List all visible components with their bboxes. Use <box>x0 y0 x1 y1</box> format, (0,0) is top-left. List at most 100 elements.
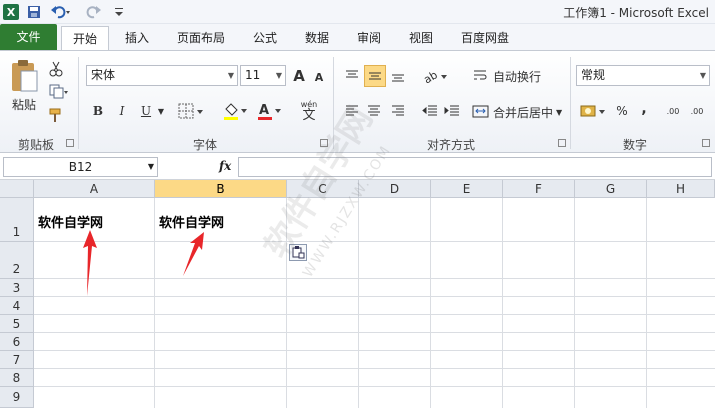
save-icon[interactable] <box>26 3 42 21</box>
paste-icon[interactable] <box>6 57 42 95</box>
row-header-3[interactable]: 3 <box>0 279 34 297</box>
tab-file[interactable]: 文件 <box>0 24 57 50</box>
name-box[interactable]: B12 ▼ <box>3 157 158 177</box>
tab-page-layout[interactable]: 页面布局 <box>168 26 234 50</box>
merge-center-button[interactable]: 合并后居中 ▼ <box>472 101 568 123</box>
gridline <box>646 198 647 408</box>
align-right-icon[interactable] <box>388 101 408 121</box>
svg-text:ab: ab <box>422 68 440 84</box>
cell-ref: B12 <box>68 160 93 174</box>
number-group-label: 数字 <box>622 138 647 152</box>
wrap-text-icon <box>474 70 487 80</box>
chevron-down-icon: ▼ <box>275 71 282 80</box>
row-header-6[interactable]: 6 <box>0 333 34 351</box>
merge-center-icon <box>472 105 489 118</box>
gridline <box>34 296 715 297</box>
column-header-a[interactable]: A <box>34 180 155 198</box>
chevron-down-icon[interactable]: ▼ <box>156 101 166 121</box>
window-title: 工作簿1 - Microsoft Excel <box>563 6 709 20</box>
accounting-format-icon[interactable] <box>578 101 608 121</box>
chevron-down-icon: ▼ <box>227 71 234 80</box>
redo-icon[interactable] <box>82 3 108 21</box>
number-launcher-icon[interactable] <box>702 139 710 147</box>
paste-label[interactable]: 粘贴 <box>6 95 42 113</box>
chevron-down-icon: ▼ <box>147 162 154 171</box>
gridline <box>502 198 503 408</box>
orientation-icon[interactable]: ab <box>420 65 450 87</box>
row-header-1[interactable]: 1 <box>0 198 34 242</box>
italic-button[interactable]: I <box>112 101 132 121</box>
column-header-e[interactable]: E <box>431 180 503 198</box>
chevron-down-icon: ▼ <box>699 71 706 80</box>
separator <box>78 57 79 149</box>
wrap-text-button[interactable]: 自动换行 <box>472 65 552 87</box>
insert-function-button[interactable]: fx <box>219 159 231 173</box>
number-format-combo[interactable]: 常规 ▼ <box>576 65 710 86</box>
fill-color-icon[interactable] <box>220 99 250 123</box>
row-header-2[interactable]: 2 <box>0 242 34 279</box>
gridline <box>34 241 715 242</box>
column-header-h[interactable]: H <box>647 180 715 198</box>
tab-home[interactable]: 开始 <box>61 26 109 50</box>
bold-button[interactable]: B <box>88 101 108 121</box>
row-header-4[interactable]: 4 <box>0 297 34 315</box>
phonetic-button[interactable]: wén 文 <box>294 97 324 125</box>
customize-toolbar-icon[interactable] <box>112 3 126 21</box>
clipboard-launcher-icon[interactable] <box>66 139 74 147</box>
tab-data[interactable]: 数据 <box>296 26 338 50</box>
font-name-combo[interactable]: 宋体 ▼ <box>86 65 238 86</box>
tab-formulas[interactable]: 公式 <box>244 26 286 50</box>
shrink-font-button[interactable]: A <box>310 67 328 87</box>
copy-icon[interactable] <box>46 82 72 102</box>
tab-view[interactable]: 视图 <box>400 26 442 50</box>
cut-icon[interactable] <box>46 59 66 79</box>
decrease-indent-icon[interactable] <box>420 101 440 121</box>
underline-button[interactable]: U <box>136 101 156 121</box>
grow-font-button[interactable]: A <box>290 65 308 87</box>
row-header-8[interactable]: 8 <box>0 369 34 387</box>
align-middle-icon[interactable] <box>364 65 386 87</box>
font-name-value: 宋体 <box>91 68 116 82</box>
comma-button[interactable]: , <box>634 99 654 119</box>
tab-review[interactable]: 审阅 <box>348 26 390 50</box>
row-header-7[interactable]: 7 <box>0 351 34 369</box>
gridline <box>34 332 715 333</box>
undo-icon[interactable] <box>48 3 74 21</box>
chevron-down-icon: ▼ <box>556 107 563 117</box>
merge-center-label: 合并后居中 <box>493 105 554 120</box>
gridline <box>574 198 575 408</box>
select-all-corner[interactable] <box>0 180 34 198</box>
gridline <box>34 386 715 387</box>
tab-baidu-pan[interactable]: 百度网盘 <box>452 26 518 50</box>
column-header-f[interactable]: F <box>503 180 575 198</box>
tab-insert[interactable]: 插入 <box>116 26 158 50</box>
font-size-combo[interactable]: 11 ▼ <box>240 65 286 86</box>
percent-button[interactable]: % <box>612 101 632 121</box>
cell-b1[interactable]: 软件自学网 <box>159 212 224 231</box>
row-header-5[interactable]: 5 <box>0 315 34 333</box>
excel-app-icon[interactable]: X <box>3 4 19 20</box>
wrap-text-label: 自动换行 <box>493 69 542 84</box>
increase-decimal-button[interactable]: .00 <box>662 101 684 121</box>
title-bar: X 工作簿1 - Microsoft Excel <box>0 0 715 24</box>
red-arrow-icon <box>83 230 97 296</box>
column-header-b[interactable]: B <box>155 180 287 198</box>
decrease-decimal-button[interactable]: .00 <box>686 101 708 121</box>
clipboard-group-label: 剪贴板 <box>17 138 54 152</box>
separator <box>570 57 571 149</box>
align-top-icon[interactable] <box>342 65 362 87</box>
svg-text:A: A <box>259 103 269 118</box>
number-format-value: 常规 <box>581 68 606 82</box>
ribbon-tabs: 文件 开始 插入 页面布局 公式 数据 审阅 视图 百度网盘 <box>0 24 715 50</box>
align-bottom-icon[interactable] <box>388 65 408 87</box>
gridline <box>34 278 715 279</box>
format-painter-icon[interactable] <box>46 105 66 125</box>
font-color-icon[interactable]: A <box>254 99 284 123</box>
column-header-g[interactable]: G <box>575 180 647 198</box>
row-header-9[interactable]: 9 <box>0 387 34 408</box>
alignment-launcher-icon[interactable] <box>558 139 566 147</box>
borders-icon[interactable] <box>176 101 206 121</box>
gridline <box>34 368 715 369</box>
font-group-label: 字体 <box>192 138 217 152</box>
increase-indent-icon[interactable] <box>442 101 462 121</box>
